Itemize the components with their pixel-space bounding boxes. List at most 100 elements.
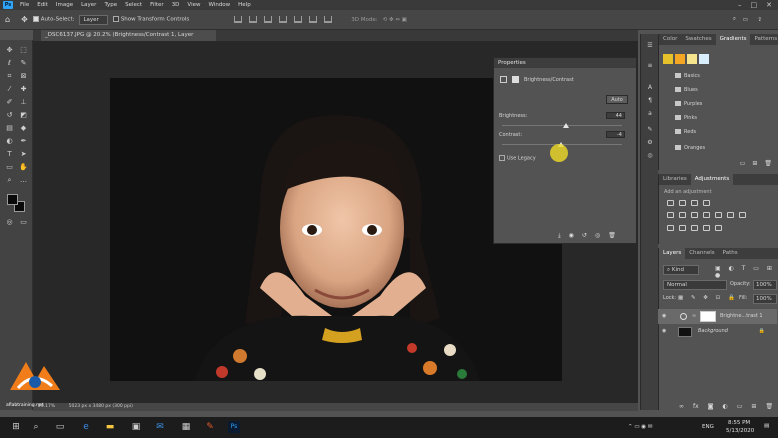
layer-visibility-eye-icon[interactable]: ◉	[662, 324, 666, 339]
type-tool-icon[interactable]: T	[4, 150, 15, 159]
dodge-tool-icon[interactable]: ◐	[4, 137, 15, 146]
windows-start-icon[interactable]: ⊞	[10, 421, 22, 433]
pen-tool-icon[interactable]: ✒	[18, 137, 29, 146]
more-tools-icon[interactable]: …	[18, 176, 29, 185]
file-explorer-icon[interactable]: ▬	[104, 421, 116, 433]
brightness-adjust-icon[interactable]	[667, 200, 674, 206]
workspace-icon[interactable]: ▭	[743, 17, 748, 23]
color-lookup-icon[interactable]	[739, 212, 746, 218]
distribute-icon[interactable]	[324, 16, 333, 23]
new-layer-icon[interactable]: ⊞	[751, 403, 756, 410]
layer-row-background[interactable]: ◉ Background 🔒	[658, 324, 777, 339]
menu-3d[interactable]: 3D	[168, 0, 184, 10]
gradient-folder-blues[interactable]: Blues	[675, 86, 698, 94]
levels-adjust-icon[interactable]	[679, 200, 686, 206]
color-balance-icon[interactable]	[691, 212, 698, 218]
auto-select-checkbox[interactable]: Auto-Select:	[32, 16, 74, 23]
lasso-tool-icon[interactable]: ℓ	[4, 59, 15, 68]
layer-mask-thumb[interactable]	[700, 311, 716, 322]
zoom-tool-icon[interactable]: ⌕	[4, 176, 15, 185]
align-top-icon[interactable]	[234, 16, 243, 23]
posterize-icon[interactable]	[679, 225, 686, 231]
quick-select-icon[interactable]: ✎	[18, 59, 29, 68]
tab-libraries[interactable]: Libraries	[659, 174, 691, 185]
layer-name[interactable]: Background	[698, 324, 728, 339]
brush-tool-icon[interactable]: ✐	[4, 98, 15, 107]
crop-tool-icon[interactable]: ⌗	[4, 72, 15, 81]
shape-tool-icon[interactable]: ▭	[4, 163, 15, 172]
recent-gradient-1[interactable]	[663, 54, 673, 64]
visibility-icon[interactable]: ◎	[595, 232, 600, 240]
recent-gradient-3[interactable]	[687, 54, 697, 64]
layer-filter-icons[interactable]: ▣ ◐ T ▭ ⊞ ●	[715, 265, 778, 279]
menu-type[interactable]: Type	[100, 0, 121, 10]
eyedropper-icon[interactable]: ⁄	[4, 85, 15, 94]
selective-color-icon[interactable]	[715, 225, 722, 231]
language-indicator[interactable]: ENG	[702, 424, 714, 430]
share-icon[interactable]: ⇪	[757, 17, 762, 23]
new-group-folder-icon[interactable]: ▭	[737, 403, 743, 410]
delete-gradient-icon[interactable]: 🗑	[764, 160, 772, 167]
tab-channels[interactable]: Channels	[685, 248, 718, 259]
delete-icon[interactable]: 🗑	[608, 232, 616, 240]
search-icon[interactable]: ⌕	[30, 421, 42, 433]
contrast-value[interactable]: -4	[606, 131, 625, 138]
history-icon[interactable]: ☰	[645, 42, 655, 50]
marquee-tool-icon[interactable]: ⬚	[18, 46, 29, 55]
gradient-folder-basics[interactable]: Basics	[675, 72, 700, 80]
store-icon[interactable]: ▣	[130, 421, 142, 433]
curves-adjust-icon[interactable]	[691, 200, 698, 206]
layer-lock-icon[interactable]: 🔒	[759, 324, 765, 339]
black-white-icon[interactable]	[703, 212, 710, 218]
new-gradient-icon[interactable]: ⊞	[752, 160, 757, 167]
recent-gradient-2[interactable]	[675, 54, 685, 64]
properties-icon[interactable]: ≡	[645, 62, 655, 70]
brush-settings-icon[interactable]: ⚙	[645, 139, 655, 147]
kind-filter-dropdown[interactable]: ⌕ Kind	[663, 265, 699, 275]
search-icon[interactable]: ⌕	[733, 16, 736, 23]
vibrance-adjust-icon[interactable]	[667, 212, 674, 218]
view-previous-icon[interactable]: ◉	[569, 232, 574, 240]
gradient-folder-reds[interactable]: Reds	[675, 128, 696, 136]
mail-icon[interactable]: ✉	[154, 421, 166, 433]
layer-name[interactable]: Brightne...trast 1	[720, 309, 763, 324]
minimize-icon[interactable]: –	[738, 1, 742, 9]
brightness-slider-thumb[interactable]	[562, 123, 569, 128]
align-center-icon[interactable]	[294, 16, 303, 23]
task-view-icon[interactable]: ▭	[54, 421, 66, 433]
delete-layer-icon[interactable]: 🗑	[765, 403, 773, 410]
tab-layers[interactable]: Layers	[659, 248, 686, 259]
calendar-icon[interactable]: ▦	[180, 421, 192, 433]
gradient-map-icon[interactable]	[703, 225, 710, 231]
tab-swatches[interactable]: Swatches	[681, 34, 715, 45]
menu-filter[interactable]: Filter	[146, 0, 168, 10]
menu-help[interactable]: Help	[234, 0, 255, 10]
clock-date[interactable]: 5/13/2020	[726, 428, 754, 434]
tab-adjustments[interactable]: Adjustments	[690, 174, 734, 185]
recent-gradient-4[interactable]	[699, 54, 709, 64]
tab-paths[interactable]: Paths	[719, 248, 742, 259]
menu-file[interactable]: File	[16, 0, 33, 10]
new-group-icon[interactable]: ▭	[740, 160, 746, 167]
clone-source-icon[interactable]: ◎	[645, 152, 655, 160]
close-icon[interactable]: ✕	[766, 1, 772, 9]
3d-tools-icon[interactable]: ⟲ ✥ ⇔ ▣	[383, 17, 407, 23]
edge-browser-icon[interactable]: e	[80, 421, 92, 433]
frame-tool-icon[interactable]: ⊠	[18, 72, 29, 81]
adjustment-layer-icon[interactable]	[500, 76, 507, 83]
brightness-value[interactable]: 44	[606, 112, 625, 119]
document-info[interactable]: 5023 px x 3480 px (300 ppi)	[69, 404, 133, 409]
invert-icon[interactable]	[667, 225, 674, 231]
menu-edit[interactable]: Edit	[33, 0, 52, 10]
channel-mixer-icon[interactable]	[727, 212, 734, 218]
maximize-icon[interactable]: □	[751, 1, 758, 9]
auto-select-dropdown[interactable]: Layer	[79, 14, 108, 25]
new-adjustment-icon[interactable]: ◐	[723, 403, 728, 410]
notifications-icon[interactable]: ▤	[764, 423, 769, 429]
gradient-folder-pinks[interactable]: Pinks	[675, 114, 697, 122]
menu-image[interactable]: Image	[52, 0, 77, 10]
exposure-adjust-icon[interactable]	[703, 200, 710, 206]
fill-field[interactable]: 100%	[753, 294, 777, 304]
foreground-color-swatch[interactable]	[7, 194, 18, 205]
document-tab[interactable]: _DSC6137.JPG @ 20.2% (Brightness/Contras…	[41, 30, 216, 49]
